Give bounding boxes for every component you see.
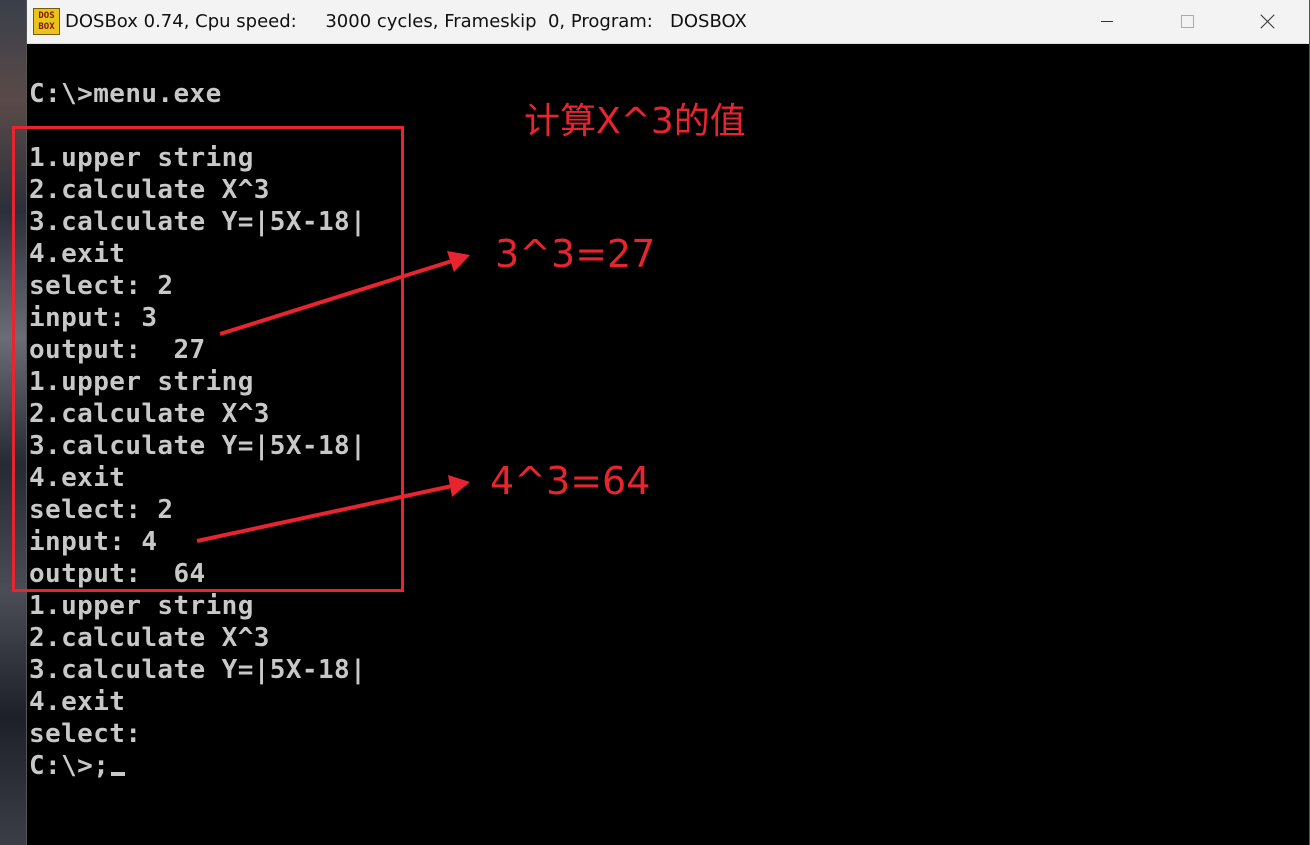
annotation-arrow-1	[219, 251, 470, 336]
annotation-arrow-2	[196, 475, 470, 543]
annotation-arrows	[196, 251, 470, 543]
